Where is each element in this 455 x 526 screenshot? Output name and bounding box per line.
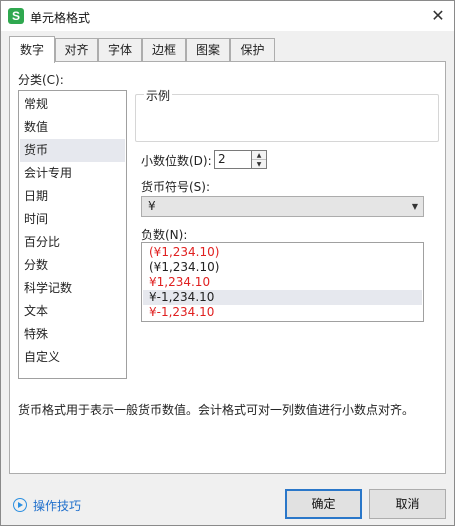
tab-font[interactable]: 字体 [98, 38, 142, 62]
wps-app-icon: S [8, 8, 24, 24]
decimal-places-input[interactable]: 2 [214, 150, 252, 169]
category-label: 分类(C): [18, 73, 64, 87]
tab-pattern[interactable]: 图案 [186, 38, 230, 62]
format-cells-dialog: S 单元格格式 ✕ 数字 对齐 字体 边框 图案 保护 分类(C): 常规 数值… [0, 0, 455, 526]
close-icon[interactable]: ✕ [426, 5, 450, 27]
format-description: 货币格式用于表示一般货币数值。会计格式可对一列数值进行小数点对齐。 [18, 403, 415, 417]
dialog-title: 单元格格式 [30, 11, 91, 25]
decimal-places-label: 小数位数(D): [141, 154, 212, 168]
spin-down-icon[interactable]: ▼ [252, 160, 266, 169]
decimal-places-spinner: ▲ ▼ [252, 150, 267, 169]
category-item-general[interactable]: 常规 [20, 93, 125, 116]
number-tab-panel: 分类(C): 常规 数值 货币 会计专用 日期 时间 百分比 分数 科学记数 文… [9, 61, 446, 474]
negative-format-item[interactable]: (¥1,234.10) [143, 245, 422, 260]
category-item-number[interactable]: 数值 [20, 116, 125, 139]
operation-tips-label: 操作技巧 [33, 499, 82, 513]
sample-label: 示例 [144, 87, 173, 104]
category-item-text[interactable]: 文本 [20, 300, 125, 323]
negative-numbers-list[interactable]: (¥1,234.10) (¥1,234.10) ¥1,234.10 ¥-1,23… [141, 242, 424, 322]
dropdown-arrow-icon: ▼ [411, 202, 418, 211]
tab-number[interactable]: 数字 [9, 36, 55, 63]
negative-format-item[interactable]: ¥-1,234.10 [143, 305, 422, 320]
category-item-fraction[interactable]: 分数 [20, 254, 125, 277]
category-item-special[interactable]: 特殊 [20, 323, 125, 346]
category-item-percentage[interactable]: 百分比 [20, 231, 125, 254]
ok-button[interactable]: 确定 [285, 489, 362, 519]
category-item-scientific[interactable]: 科学记数 [20, 277, 125, 300]
cancel-button[interactable]: 取消 [369, 489, 446, 519]
negative-format-item[interactable]: (¥1,234.10) [143, 260, 422, 275]
currency-symbol-value: ¥ [148, 199, 156, 213]
tab-border[interactable]: 边框 [142, 38, 186, 62]
spin-up-icon[interactable]: ▲ [252, 151, 266, 160]
category-item-date[interactable]: 日期 [20, 185, 125, 208]
category-item-currency[interactable]: 货币 [20, 139, 125, 162]
category-item-custom[interactable]: 自定义 [20, 346, 125, 369]
play-circle-icon [13, 498, 27, 512]
tab-protection[interactable]: 保护 [230, 38, 275, 62]
negative-numbers-label: 负数(N): [141, 228, 188, 242]
title-bar: S 单元格格式 ✕ [1, 1, 454, 31]
category-item-accounting[interactable]: 会计专用 [20, 162, 125, 185]
currency-symbol-label: 货币符号(S): [141, 180, 211, 194]
tab-alignment[interactable]: 对齐 [55, 38, 98, 62]
currency-symbol-select[interactable]: ¥ ▼ [141, 196, 424, 217]
negative-format-item[interactable]: ¥-1,234.10 [143, 290, 422, 305]
negative-format-item[interactable]: ¥1,234.10 [143, 275, 422, 290]
category-item-time[interactable]: 时间 [20, 208, 125, 231]
sample-box: 示例 [135, 87, 439, 142]
category-list[interactable]: 常规 数值 货币 会计专用 日期 时间 百分比 分数 科学记数 文本 特殊 自定… [18, 90, 127, 379]
